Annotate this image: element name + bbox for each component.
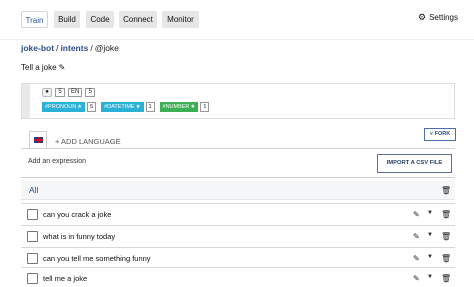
expression-text[interactable]: tell me a joke [43,274,87,283]
breadcrumb-separator: / [56,43,59,53]
all-filter-label[interactable]: All [29,185,38,195]
star-icon: ★ [135,104,141,110]
trash-icon[interactable]: 🗑 [441,210,451,219]
pencil-icon[interactable]: ✎ [413,254,420,263]
fork-icon: ⑂ [429,131,434,137]
pencil-icon[interactable]: ✎ [413,232,420,241]
tab-monitor[interactable]: Monitor [162,11,199,28]
gear-icon: ⚙ [418,12,427,22]
tab-train[interactable]: Train [21,11,48,28]
list-item: tell me a joke ✎ ▼ 🗑 [21,267,455,287]
entity-tags: #PRONOUN★ 5 #DATETIME★ 1 #NUMBER★ 1 [42,102,212,112]
divider [21,177,455,178]
entity-count: 1 [145,102,155,112]
chat-bubble-icon: ● [42,88,52,97]
breadcrumb: joke-bot / intents / @joke [21,43,119,53]
add-expression-input[interactable]: Add an expression [28,158,86,165]
trash-icon[interactable]: 🗑 [441,274,451,283]
entity-name: #NUMBER [162,104,190,110]
fork-button[interactable]: ⑂ FORK [424,128,456,141]
checkbox[interactable] [27,209,38,220]
entity-count: 5 [87,102,97,112]
tab-build[interactable]: Build [54,11,80,28]
language-count: 5 [85,88,96,97]
pencil-icon[interactable]: ✎ [59,63,66,72]
tab-code[interactable]: Code [86,11,114,28]
divider [21,148,455,149]
entity-tag-number[interactable]: #NUMBER★ [159,102,199,112]
pencil-icon[interactable]: ✎ [413,274,420,283]
expression-text[interactable]: what is in funny today [43,232,115,241]
breadcrumb-current: @joke [94,43,119,53]
import-csv-button[interactable]: IMPORT A CSV FILE [377,154,452,173]
trash-icon[interactable]: 🗑 [441,232,451,241]
checkbox[interactable] [27,273,38,284]
settings-button[interactable]: ⚙ Settings [418,12,458,23]
checkbox[interactable] [27,253,38,264]
uk-flag-icon [34,137,43,143]
intent-title: Tell a joke ✎ [21,63,65,72]
chevron-down-icon[interactable]: ▼ [427,232,433,238]
stats-counts: ● 5 EN 5 [42,88,96,97]
examples-count: 5 [55,88,65,97]
trash-icon[interactable]: 🗑 [441,254,451,263]
entity-count: 1 [200,102,210,112]
entity-tag-pronoun[interactable]: #PRONOUN★ [42,102,86,112]
list-item: can you crack a joke ✎ ▼ 🗑 [21,203,455,225]
chevron-down-icon[interactable]: ▼ [427,254,433,260]
entity-name: #DATETIME [104,104,135,110]
tab-connect[interactable]: Connect [119,11,157,28]
language-tab-en[interactable] [29,131,47,148]
star-icon: ★ [77,104,83,110]
list-item: what is in funny today ✎ ▼ 🗑 [21,225,455,247]
entity-name: #PRONOUN [45,104,77,110]
intent-stats-panel: ● 5 EN 5 #PRONOUN★ 5 #DATETIME★ 1 #NUMBE… [21,83,455,119]
breadcrumb-project[interactable]: joke-bot [21,43,54,53]
chevron-down-icon[interactable]: ▼ [427,274,433,280]
select-all-row[interactable]: All 🗑 [21,180,455,200]
star-icon: ★ [190,104,196,110]
checkbox[interactable] [27,231,38,242]
add-language-button[interactable]: + ADD LANGUAGE [55,137,121,146]
breadcrumb-intents[interactable]: intents [60,43,88,53]
trash-icon[interactable]: 🗑 [441,186,451,195]
language-code-tag: EN [68,88,83,97]
pencil-icon[interactable]: ✎ [413,210,420,219]
list-item: can you tell me something funny ✎ ▼ 🗑 [21,247,455,269]
chevron-down-icon[interactable]: ▼ [427,210,433,216]
entity-tag-datetime[interactable]: #DATETIME★ [101,102,144,112]
intent-title-text: Tell a joke [21,63,57,72]
fork-label: FORK [434,131,451,137]
expression-text[interactable]: can you tell me something funny [43,254,151,263]
settings-label: Settings [429,13,458,22]
top-nav: Train Build Code Connect Monitor ⚙ Setti… [0,0,474,40]
expression-text[interactable]: can you crack a joke [43,210,111,219]
breadcrumb-separator: / [90,43,93,53]
